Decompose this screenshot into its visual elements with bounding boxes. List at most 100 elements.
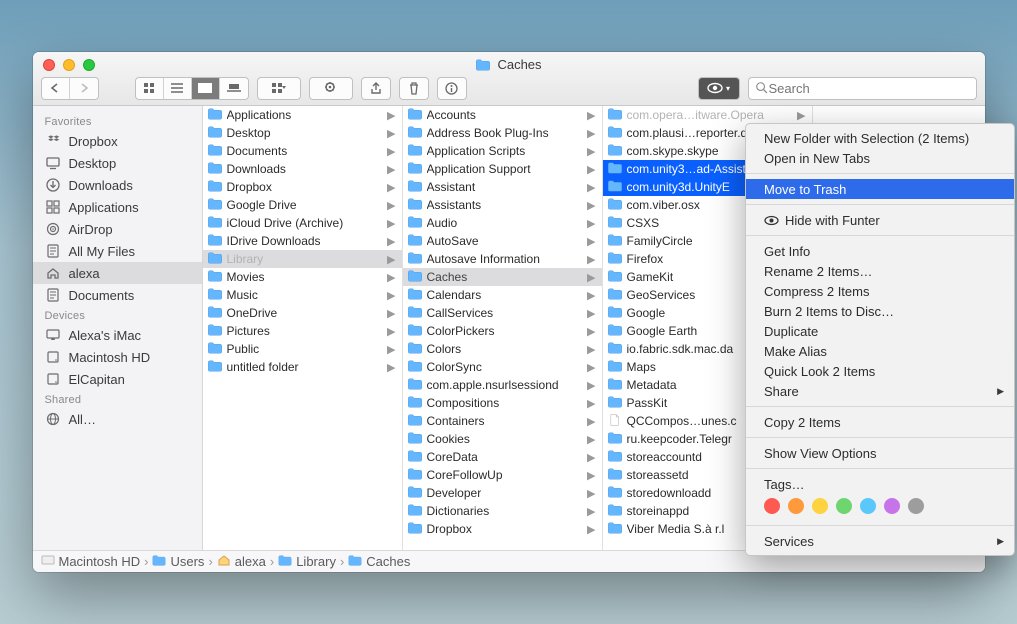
menu-item-new-folder-with-selection-2-items-[interactable]: New Folder with Selection (2 Items) [746, 128, 1014, 148]
file-row[interactable]: Music▶ [203, 286, 402, 304]
file-row[interactable]: CoreFollowUp▶ [403, 466, 602, 484]
file-row[interactable]: Documents▶ [203, 142, 402, 160]
view-icon-button[interactable] [136, 78, 164, 99]
sidebar-item-dropbox[interactable]: Dropbox [33, 130, 202, 152]
tag-color[interactable] [764, 498, 780, 514]
file-row[interactable]: untitled folder▶ [203, 358, 402, 376]
menu-item-copy-2-items[interactable]: Copy 2 Items [746, 412, 1014, 432]
menu-item-services[interactable]: Services [746, 531, 1014, 551]
tag-color[interactable] [860, 498, 876, 514]
info-button[interactable] [437, 77, 467, 100]
file-row[interactable]: CoreData▶ [403, 448, 602, 466]
file-row[interactable]: Google Drive▶ [203, 196, 402, 214]
folder-icon [407, 198, 423, 212]
nav-forward-button[interactable] [70, 78, 98, 99]
file-row[interactable]: Autosave Information▶ [403, 250, 602, 268]
file-row[interactable]: Desktop▶ [203, 124, 402, 142]
menu-item-show-view-options[interactable]: Show View Options [746, 443, 1014, 463]
menu-item-make-alias[interactable]: Make Alias [746, 341, 1014, 361]
tag-color[interactable] [812, 498, 828, 514]
file-row[interactable]: ColorPickers▶ [403, 322, 602, 340]
chevron-right-icon: ▶ [587, 217, 595, 230]
file-row[interactable]: Library▶ [203, 250, 402, 268]
menu-item-hide-with-funter[interactable]: Hide with Funter [746, 210, 1014, 230]
menu-item-compress-2-items[interactable]: Compress 2 Items [746, 281, 1014, 301]
menu-item-share[interactable]: Share [746, 381, 1014, 401]
file-row[interactable]: Downloads▶ [203, 160, 402, 178]
sidebar-item-downloads[interactable]: Downloads [33, 174, 202, 196]
menu-item-open-in-new-tabs[interactable]: Open in New Tabs [746, 148, 1014, 168]
file-row[interactable]: iCloud Drive (Archive)▶ [203, 214, 402, 232]
file-row[interactable]: Colors▶ [403, 340, 602, 358]
sidebar-item-all-my-files[interactable]: All My Files [33, 240, 202, 262]
path-crumb[interactable]: Library [278, 554, 336, 569]
tag-color[interactable] [884, 498, 900, 514]
menu-item-rename-2-items-[interactable]: Rename 2 Items… [746, 261, 1014, 281]
sidebar-item-alexa[interactable]: alexa [33, 262, 202, 284]
file-row[interactable]: Compositions▶ [403, 394, 602, 412]
sidebar-item-desktop[interactable]: Desktop [33, 152, 202, 174]
file-row[interactable]: Public▶ [203, 340, 402, 358]
menu-item-move-to-trash[interactable]: Move to Trash [746, 179, 1014, 199]
sidebar-item-elcapitan[interactable]: ElCapitan [33, 368, 202, 390]
folder-icon [407, 288, 423, 302]
menu-item-quick-look-2-items[interactable]: Quick Look 2 Items [746, 361, 1014, 381]
file-row[interactable]: CallServices▶ [403, 304, 602, 322]
file-row[interactable]: OneDrive▶ [203, 304, 402, 322]
file-row[interactable]: Application Support▶ [403, 160, 602, 178]
file-row[interactable]: Cookies▶ [403, 430, 602, 448]
file-row[interactable]: AutoSave▶ [403, 232, 602, 250]
sidebar-item-all-[interactable]: All… [33, 408, 202, 430]
file-row[interactable]: Audio▶ [403, 214, 602, 232]
menu-item-duplicate[interactable]: Duplicate [746, 321, 1014, 341]
menu-item-burn-2-items-to-disc-[interactable]: Burn 2 Items to Disc… [746, 301, 1014, 321]
sidebar-item-applications[interactable]: Applications [33, 196, 202, 218]
file-row[interactable]: Dictionaries▶ [403, 502, 602, 520]
file-row[interactable]: Applications▶ [203, 106, 402, 124]
tag-color[interactable] [788, 498, 804, 514]
search-input[interactable] [769, 81, 970, 96]
file-row[interactable]: Dropbox▶ [203, 178, 402, 196]
view-list-button[interactable] [164, 78, 192, 99]
file-row[interactable]: Developer▶ [403, 484, 602, 502]
share-button[interactable] [361, 77, 391, 100]
file-row[interactable]: com.apple.nsurlsessiond▶ [403, 376, 602, 394]
file-name: Desktop [227, 126, 384, 140]
file-row[interactable]: ColorSync▶ [403, 358, 602, 376]
sidebar-item-airdrop[interactable]: AirDrop [33, 218, 202, 240]
file-row[interactable]: Assistant▶ [403, 178, 602, 196]
funter-dropdown[interactable]: ▾ [698, 77, 740, 100]
file-row[interactable]: Address Book Plug-Ins▶ [403, 124, 602, 142]
path-crumb[interactable]: Users [152, 554, 204, 569]
sidebar-item-documents[interactable]: Documents [33, 284, 202, 306]
trash-button[interactable] [399, 77, 429, 100]
file-row[interactable]: Pictures▶ [203, 322, 402, 340]
file-row[interactable]: Application Scripts▶ [403, 142, 602, 160]
file-row[interactable]: IDrive Downloads▶ [203, 232, 402, 250]
file-row[interactable]: Assistants▶ [403, 196, 602, 214]
sidebar-item-macintosh-hd[interactable]: Macintosh HD [33, 346, 202, 368]
view-columns-button[interactable] [192, 78, 220, 99]
action-dropdown[interactable] [309, 77, 353, 100]
folder-icon [407, 414, 423, 428]
search-field[interactable] [748, 77, 977, 100]
path-crumb[interactable]: Macintosh HD [41, 554, 141, 569]
nav-back-button[interactable] [42, 78, 70, 99]
sidebar-item-alexa-s-imac[interactable]: Alexa's iMac [33, 324, 202, 346]
menu-item-get-info[interactable]: Get Info [746, 241, 1014, 261]
file-row[interactable]: Containers▶ [403, 412, 602, 430]
file-row[interactable]: Accounts▶ [403, 106, 602, 124]
arrange-dropdown[interactable] [257, 77, 301, 100]
file-row[interactable]: Movies▶ [203, 268, 402, 286]
path-crumb[interactable]: Caches [348, 554, 410, 569]
folder-icon [407, 234, 423, 248]
menu-item-tags-[interactable]: Tags… [746, 474, 1014, 494]
view-coverflow-button[interactable] [220, 78, 248, 99]
tag-color[interactable] [908, 498, 924, 514]
file-row[interactable]: com.opera…itware.Opera▶ [603, 106, 812, 124]
tag-color[interactable] [836, 498, 852, 514]
file-row[interactable]: Calendars▶ [403, 286, 602, 304]
file-row[interactable]: Dropbox▶ [403, 520, 602, 538]
path-crumb[interactable]: alexa [217, 554, 266, 569]
file-row[interactable]: Caches▶ [403, 268, 602, 286]
